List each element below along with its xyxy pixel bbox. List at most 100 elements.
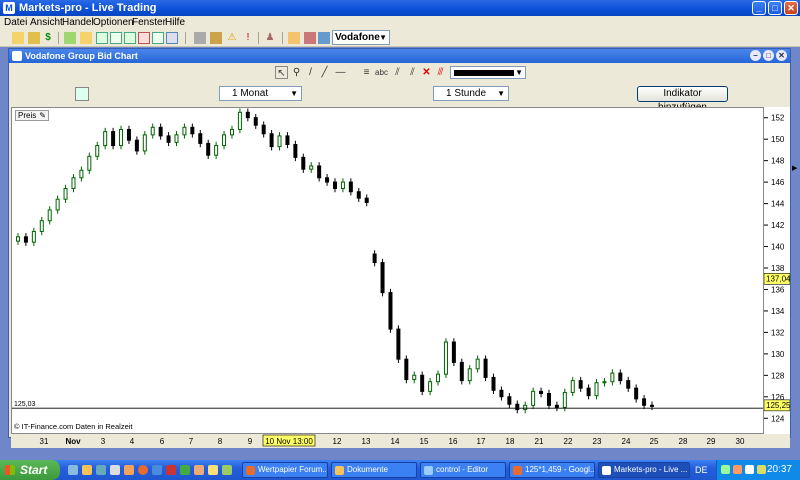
chart-settings-icon[interactable] xyxy=(75,87,89,101)
task-markets-pro[interactable]: Markets-pro - Live ... xyxy=(598,462,690,478)
quicklaunch-icon[interactable] xyxy=(152,465,162,475)
menu-hilfe[interactable]: Hilfe xyxy=(165,16,185,29)
grid-icon[interactable] xyxy=(138,32,150,44)
range-select[interactable]: 1 Monat ▼ xyxy=(219,86,302,101)
open-folder-icon[interactable] xyxy=(12,32,24,44)
browser-icon xyxy=(246,466,255,475)
tray-icon[interactable] xyxy=(745,465,754,474)
close-button[interactable]: ✕ xyxy=(784,1,798,15)
chart-restore-button[interactable]: □ xyxy=(763,50,774,61)
delete-icon[interactable]: ✕ xyxy=(420,66,433,79)
save-icon[interactable] xyxy=(28,32,40,44)
grid-icon[interactable] xyxy=(166,32,178,44)
candle-body xyxy=(285,135,290,145)
dollar-icon[interactable]: $ xyxy=(42,32,54,44)
interval-select[interactable]: 1 Stunde ▼ xyxy=(433,86,509,101)
menu-optionen[interactable]: Optionen xyxy=(93,16,134,29)
x-tick-label: 21 xyxy=(535,437,544,446)
language-indicator[interactable]: DE xyxy=(695,460,708,480)
candle-body xyxy=(428,381,433,392)
chart-icon[interactable] xyxy=(288,32,300,44)
notepad-icon xyxy=(424,466,433,475)
line-color-select[interactable]: ▼ xyxy=(450,66,526,79)
candle-body xyxy=(554,404,559,408)
volume-icon[interactable] xyxy=(757,465,766,474)
quicklaunch-icon[interactable] xyxy=(68,465,78,475)
line-icon[interactable]: ╱ xyxy=(318,66,331,79)
delete-all-icon[interactable]: ⫻ xyxy=(434,66,447,79)
chart-icon[interactable] xyxy=(304,32,316,44)
candle-body xyxy=(325,177,330,183)
warning-icon[interactable]: ⚠ xyxy=(226,32,238,44)
person-icon[interactable]: ♟ xyxy=(264,32,276,44)
pen-icon[interactable]: / xyxy=(304,66,317,79)
x-tick-label: 17 xyxy=(477,437,486,446)
chart-minimize-button[interactable]: – xyxy=(750,50,761,61)
x-tick-label: 3 xyxy=(101,437,106,446)
folder-icon[interactable] xyxy=(80,32,92,44)
candle-body xyxy=(277,135,282,148)
quicklaunch-icon[interactable] xyxy=(124,465,134,475)
price-label-badge: Preis ✎ xyxy=(15,110,49,121)
menu-fenster[interactable]: Fenster xyxy=(132,16,166,29)
grid-icon[interactable] xyxy=(110,32,122,44)
maximize-button[interactable]: □ xyxy=(768,1,782,15)
symbol-select[interactable]: Vodafone ▼ xyxy=(332,30,390,45)
y-tick-label: 152 xyxy=(771,114,785,123)
quicklaunch-icon[interactable] xyxy=(110,465,120,475)
print-icon[interactable] xyxy=(194,32,206,44)
task-google[interactable]: 125*1,459 - Googl... xyxy=(509,462,595,478)
chart-icon[interactable] xyxy=(318,32,330,44)
candle-body xyxy=(134,139,139,152)
start-button[interactable]: Start xyxy=(0,460,60,480)
candle-body xyxy=(269,133,274,148)
quicklaunch-icon[interactable] xyxy=(208,465,218,475)
cursor-icon[interactable]: ↖ xyxy=(275,66,288,79)
candle-body xyxy=(594,382,599,397)
quicklaunch-icon[interactable] xyxy=(96,465,106,475)
lock-icon[interactable] xyxy=(210,32,222,44)
menu-datei[interactable]: Datei xyxy=(4,16,27,29)
minimize-button[interactable]: _ xyxy=(752,1,766,15)
task-editor[interactable]: control - Editor xyxy=(420,462,506,478)
grid-icon[interactable] xyxy=(152,32,164,44)
quicklaunch-icon[interactable] xyxy=(166,465,176,475)
task-dokumente[interactable]: Dokumente xyxy=(331,462,417,478)
quicklaunch-icon[interactable] xyxy=(180,465,190,475)
info-icon[interactable]: ! xyxy=(242,32,254,44)
system-tray: DE 20:37 xyxy=(695,460,800,480)
zoom-icon[interactable]: ⚲ xyxy=(290,66,303,79)
toolbar-separator xyxy=(185,32,186,44)
candle-body xyxy=(87,155,92,171)
candle-body xyxy=(626,380,631,389)
tray-icon[interactable] xyxy=(733,465,742,474)
y-tick-label: 148 xyxy=(771,157,785,166)
menu-handel[interactable]: Handel xyxy=(62,16,94,29)
parallel-lines-icon[interactable]: ⫽ xyxy=(391,66,404,79)
text-icon[interactable]: ≡ xyxy=(360,66,373,79)
chart-close-button[interactable]: ✕ xyxy=(776,50,787,61)
quicklaunch-icon[interactable] xyxy=(222,465,232,475)
browser-icon[interactable] xyxy=(138,465,148,475)
candle-body xyxy=(539,390,544,395)
candle-body xyxy=(333,181,337,189)
fibonacci-icon[interactable]: ⫽ xyxy=(406,66,419,79)
menu-ansicht[interactable]: Ansicht xyxy=(30,16,63,29)
text-abc-icon[interactable]: abc xyxy=(375,66,388,79)
x-tick-label: 18 xyxy=(506,437,515,446)
quicklaunch-icon[interactable] xyxy=(194,465,204,475)
chart-window-titlebar: Vodafone Group Bid Chart – □ ✕ xyxy=(9,49,790,63)
task-wertpapier-forum[interactable]: Wertpapier Forum... xyxy=(242,462,328,478)
candle-body xyxy=(467,368,472,382)
folder-icon[interactable] xyxy=(64,32,76,44)
horizontal-line-icon[interactable]: — xyxy=(334,66,347,79)
tray-icon[interactable] xyxy=(721,465,730,474)
candle-body xyxy=(309,165,314,170)
quicklaunch-icon[interactable] xyxy=(82,465,92,475)
grid-icon[interactable] xyxy=(124,32,136,44)
add-indicator-button[interactable]: Indikator hinzufügen xyxy=(637,86,728,113)
grid-icon[interactable] xyxy=(96,32,108,44)
y-tick-label: 144 xyxy=(771,200,785,209)
x-tick-label: 28 xyxy=(679,437,688,446)
price-chart[interactable]: 125,03 © IT-Finance.com Daten in Realzeit… xyxy=(11,107,764,434)
